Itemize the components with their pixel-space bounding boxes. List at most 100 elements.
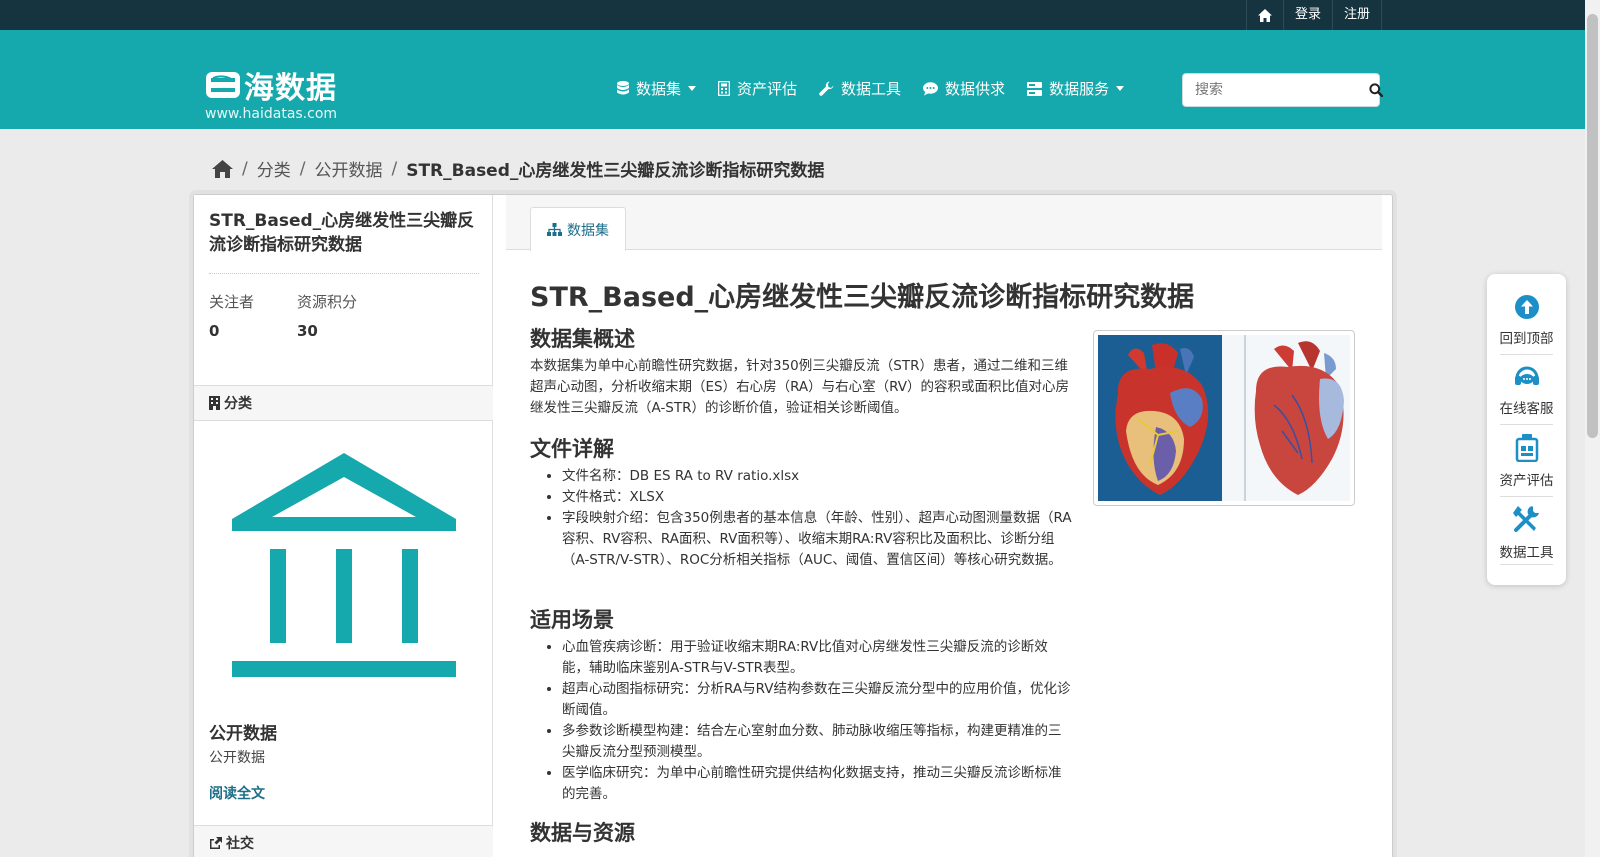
scrollbar-thumb[interactable] (1587, 14, 1598, 438)
float-label: 回到顶部 (1499, 331, 1554, 347)
login-link[interactable]: 登录 (1282, 0, 1332, 30)
breadcrumb-public-data[interactable]: 公开数据 (314, 156, 382, 181)
search-input[interactable] (1183, 75, 1369, 105)
nav-label: 数据集 (636, 80, 682, 98)
overview-heading: 数据集概述 (530, 327, 635, 351)
home-icon (1257, 8, 1272, 22)
data-tools-button[interactable]: 数据工具 (1487, 504, 1566, 561)
divider (1500, 496, 1553, 497)
top-utility-bar: 登录 注册 (0, 0, 1585, 30)
tab-dataset[interactable]: 数据集 (530, 207, 626, 251)
asset-eval-button[interactable]: 资产评估 (1487, 434, 1566, 489)
divider (1500, 354, 1553, 355)
breadcrumb-category[interactable]: 分类 (257, 156, 291, 181)
breadcrumb-separator: / (391, 158, 398, 179)
section-title: 分类 (224, 396, 252, 412)
breadcrumb-separator: / (242, 158, 248, 179)
list-item: 文件格式：XLSX (562, 487, 1072, 508)
headset-icon (1514, 366, 1539, 385)
scenario-heading: 适用场景 (530, 608, 614, 632)
logo-mark-icon (206, 72, 240, 98)
logo-text: 海数据 (244, 71, 337, 106)
category-heading: 分类 (194, 385, 493, 421)
tabs-bar: 数据集 (506, 195, 1382, 251)
list-item: 心血管疾病诊断：用于验证收缩末期RA:RV比值对心房继发性三尖瓣反流的诊断效能，… (562, 637, 1072, 679)
resources-heading: 数据与资源 (530, 821, 635, 845)
calculator-icon (718, 81, 731, 96)
home-link[interactable] (1245, 0, 1283, 30)
org-name: 公开数据 (209, 724, 277, 744)
chevron-down-icon (688, 86, 697, 91)
org-description: 公开数据 (209, 750, 265, 766)
wrench-icon (819, 81, 834, 96)
divider (1500, 424, 1553, 425)
sidebar: STR_Based_心房继发性三尖瓣反流诊断指标研究数据 关注者 0 资源积分 … (194, 195, 493, 857)
online-support-button[interactable]: 在线客服 (1487, 364, 1566, 417)
float-label: 在线客服 (1499, 401, 1554, 417)
topbar-links: 登录 注册 (1245, 0, 1382, 30)
overview-text: 本数据集为单中心前瞻性研究数据，针对350例三尖瓣反流（STR）患者，通过二维和… (530, 358, 1070, 416)
nav-label: 资产评估 (737, 80, 798, 98)
comment-icon (923, 81, 939, 95)
nav-asset-eval[interactable]: 资产评估 (718, 78, 797, 99)
nav-supply-demand[interactable]: 数据供求 (923, 78, 1005, 99)
breadcrumb-current[interactable]: STR_Based_心房继发性三尖瓣反流诊断指标研究数据 (406, 156, 824, 181)
share-icon (210, 837, 222, 849)
scenario-list: 心血管疾病诊断：用于验证收缩末期RA:RV比值对心房继发性三尖瓣反流的诊断效能，… (562, 637, 1072, 805)
site-logo[interactable]: 海数据 (205, 63, 337, 107)
list-item: 字段映射介绍：包含350例患者的基本信息（年龄、性别）、超声心动图测量数据（RA… (562, 508, 1072, 571)
logo-url: www.haidatas.com (205, 106, 338, 122)
float-label: 资产评估 (1499, 473, 1554, 489)
followers-stat: 关注者 0 (209, 291, 254, 340)
file-details-heading: 文件详解 (530, 437, 614, 461)
chevron-down-icon (1116, 86, 1125, 91)
tools-icon (1512, 506, 1539, 532)
nav-data-services[interactable]: 数据服务 (1027, 78, 1125, 99)
arrow-up-circle-icon (1514, 295, 1539, 319)
clipboard-icon (1515, 434, 1538, 463)
database-icon (617, 81, 629, 95)
divider (1500, 564, 1553, 565)
register-link[interactable]: 注册 (1331, 0, 1382, 30)
nav-data-tools[interactable]: 数据工具 (819, 78, 901, 99)
float-label: 数据工具 (1499, 545, 1554, 561)
nav-label: 数据服务 (1049, 80, 1110, 98)
search-button[interactable] (1369, 83, 1383, 97)
back-to-top-button[interactable]: 回到顶部 (1487, 294, 1566, 347)
stat-label: 资源积分 (297, 293, 358, 311)
list-item: 超声心动图指标研究：分析RA与RV结构参数在三尖瓣反流分型中的应用价值，优化诊断… (562, 679, 1072, 721)
list-item: 医学临床研究：为单中心前瞻性研究提供结构化数据支持，推动三尖瓣反流诊断标准的完善… (562, 763, 1072, 805)
main-wrapper: STR_Based_心房继发性三尖瓣反流诊断指标研究数据 关注者 0 资源积分 … (193, 194, 1393, 857)
masthead: 海数据 www.haidatas.com 数据集 资产评估 数据工具 数据供求 … (0, 30, 1585, 129)
stat-label: 关注者 (209, 293, 255, 311)
search-box (1182, 73, 1383, 107)
building-icon (209, 396, 220, 410)
file-details-list: 文件名称：DB ES RA to RV ratio.xlsx 文件格式：XLSX… (562, 466, 1072, 571)
list-item: 文件名称：DB ES RA to RV ratio.xlsx (562, 466, 1072, 487)
page-scrollbar[interactable] (1585, 0, 1600, 857)
list-item: 多参数诊断模型构建：结合左心室射血分数、肺动脉收缩压等指标，构建更精准的三尖瓣反… (562, 721, 1072, 763)
main-nav: 数据集 资产评估 数据工具 数据供求 数据服务 (617, 78, 1146, 99)
home-icon[interactable] (212, 159, 233, 178)
institution-icon (232, 453, 456, 677)
breadcrumb: / 分类 / 公开数据 / STR_Based_心房继发性三尖瓣反流诊断指标研究… (212, 156, 824, 181)
section-title: 社交 (226, 836, 254, 852)
main-content: 数据集 STR_Based_心房继发性三尖瓣反流诊断指标研究数据 数据集概述 本… (506, 195, 1382, 857)
nav-label: 数据工具 (841, 80, 902, 98)
read-more-link[interactable]: 阅读全文 (209, 783, 265, 803)
dataset-thumbnail (1093, 330, 1355, 506)
points-stat: 资源积分 30 (297, 291, 357, 340)
dataset-title-sidebar: STR_Based_心房继发性三尖瓣反流诊断指标研究数据 (209, 211, 475, 255)
page-title: STR_Based_心房继发性三尖瓣反流诊断指标研究数据 (530, 282, 1195, 313)
stat-value: 0 (209, 322, 220, 340)
stat-value: 30 (297, 322, 318, 340)
breadcrumb-separator: / (299, 158, 306, 179)
tab-label: 数据集 (567, 222, 609, 239)
nav-datasets[interactable]: 数据集 (617, 78, 697, 99)
sitemap-icon (547, 223, 562, 236)
heart-illustration (1098, 335, 1350, 501)
search-icon (1369, 83, 1383, 97)
social-heading: 社交 (194, 825, 493, 857)
server-icon (1027, 81, 1043, 96)
nav-label: 数据供求 (945, 80, 1006, 98)
